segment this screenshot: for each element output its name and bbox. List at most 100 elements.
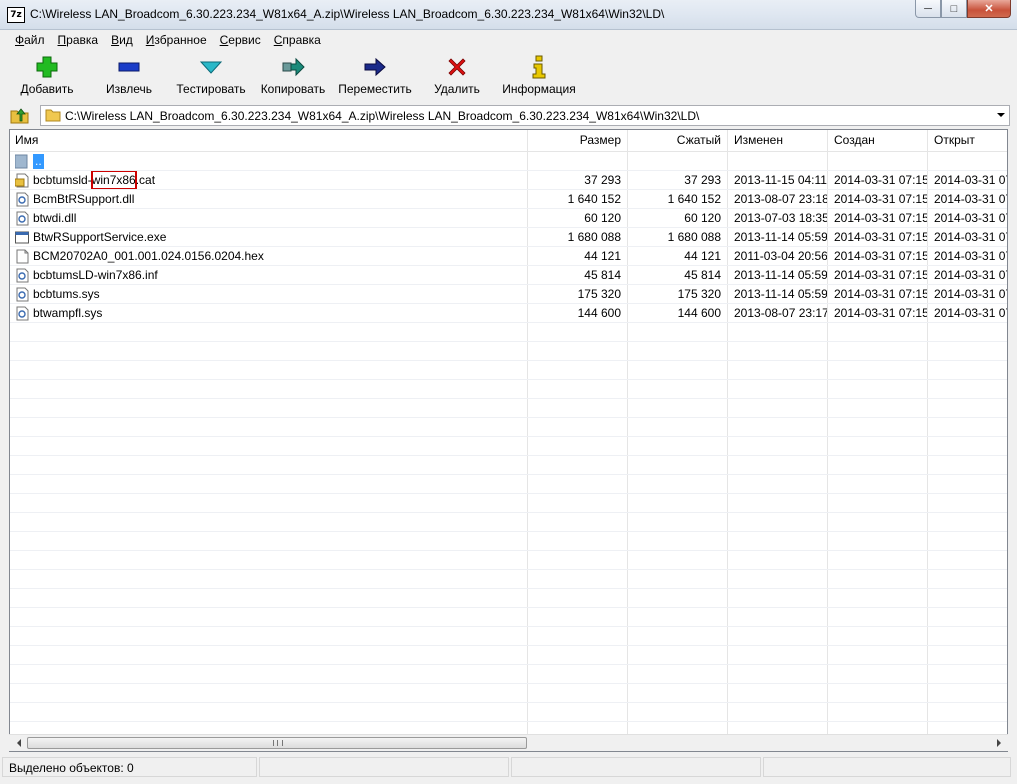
title-bar[interactable]: 7z C:\Wireless LAN_Broadcom_6.30.223.234…	[0, 0, 1017, 30]
extract-button[interactable]: Извлечь	[88, 50, 170, 100]
table-row[interactable]: btwdi.dll 60 120 60 120 2013-07-03 18:35…	[10, 209, 1007, 228]
move-arrow-icon	[363, 55, 387, 79]
dropdown-arrow-icon[interactable]	[997, 113, 1005, 117]
status-selected-count: Выделено объектов: 0	[2, 757, 257, 777]
move-button[interactable]: Переместить	[334, 50, 416, 100]
column-header-size[interactable]: Размер	[528, 130, 628, 151]
table-row[interactable]: bcbtumsld-win7x86 .cat 37 293 37 293 2013…	[10, 171, 1007, 190]
minimize-button[interactable]: ─	[915, 0, 941, 18]
table-row[interactable]: btwampfl.sys 144 600 144 600 2013-08-07 …	[10, 304, 1007, 323]
copy-button[interactable]: Копировать	[252, 50, 334, 100]
empty-row	[10, 665, 1007, 684]
cell-modified	[728, 152, 828, 170]
menu-view-label: ид	[119, 33, 133, 47]
empty-row	[10, 361, 1007, 380]
cell-name: BCM20702A0_001.001.024.0156.0204.hex	[10, 247, 528, 265]
cell-name: bcbtumsLD-win7x86.inf	[10, 266, 528, 284]
column-header-accessed[interactable]: Открыт	[928, 130, 1007, 151]
scroll-left-button[interactable]	[10, 735, 27, 751]
cell-created: 2014-03-31 07:15	[828, 171, 928, 189]
empty-row	[10, 342, 1007, 361]
catalog-file-icon	[15, 173, 29, 187]
menu-edit[interactable]: Правка	[52, 30, 106, 49]
address-path[interactable]: C:\Wireless LAN_Broadcom_6.30.223.234_W8…	[65, 109, 699, 123]
address-combobox[interactable]: C:\Wireless LAN_Broadcom_6.30.223.234_W8…	[40, 105, 1010, 126]
column-header-modified[interactable]: Изменен	[728, 130, 828, 151]
close-button[interactable]: ✕	[967, 0, 1011, 18]
cell-packed: 44 121	[628, 247, 728, 265]
file-name: bcbtumsLD-win7x86.inf	[33, 268, 158, 282]
menu-edit-label: равка	[66, 33, 99, 47]
horizontal-scrollbar[interactable]	[9, 734, 1008, 751]
app-icon[interactable]: 7z	[7, 7, 25, 23]
info-icon	[527, 55, 551, 79]
file-name: btwdi.dll	[33, 211, 77, 225]
dll-file-icon	[16, 211, 29, 225]
cell-name: bcbtumsld-win7x86 .cat	[10, 171, 528, 189]
cell-created: 2014-03-31 07:15	[828, 266, 928, 284]
table-row[interactable]: bcbtumsLD-win7x86.inf 45 814 45 814 2013…	[10, 266, 1007, 285]
menu-file[interactable]: Файл	[9, 30, 52, 49]
menu-view[interactable]: Вид	[105, 30, 140, 49]
file-list[interactable]: Имя Размер Сжатый Изменен Создан Открыт …	[9, 129, 1008, 752]
empty-row	[10, 627, 1007, 646]
scroll-thumb[interactable]	[27, 737, 527, 749]
cell-created: 2014-03-31 07:15	[828, 209, 928, 227]
scroll-right-button[interactable]	[990, 735, 1007, 751]
status-panel-2	[259, 757, 509, 777]
empty-row	[10, 570, 1007, 589]
table-row[interactable]: BtwRSupportService.exe 1 680 088 1 680 0…	[10, 228, 1007, 247]
cell-created	[828, 152, 928, 170]
scroll-grip-icon	[273, 740, 283, 746]
folder-icon	[45, 109, 61, 122]
empty-row	[10, 684, 1007, 703]
table-row[interactable]: BcmBtRSupport.dll 1 640 152 1 640 152 20…	[10, 190, 1007, 209]
cell-size: 175 320	[528, 285, 628, 303]
cell-accessed: 2014-03-31 07	[928, 266, 1007, 284]
table-row-updir[interactable]: ..	[10, 152, 1007, 171]
menu-file-label: айл	[24, 33, 45, 47]
cell-name: btwdi.dll	[10, 209, 528, 227]
check-icon	[199, 55, 223, 79]
menu-help[interactable]: Справка	[268, 30, 328, 49]
empty-row	[10, 475, 1007, 494]
menu-tools[interactable]: Сервис	[214, 30, 268, 49]
add-button[interactable]: Добавить	[6, 50, 88, 100]
column-header-packed[interactable]: Сжатый	[628, 130, 728, 151]
updir-label: ..	[33, 153, 44, 169]
delete-x-icon	[445, 55, 469, 79]
empty-row	[10, 532, 1007, 551]
empty-row	[10, 494, 1007, 513]
table-row[interactable]: BCM20702A0_001.001.024.0156.0204.hex 44 …	[10, 247, 1007, 266]
cell-accessed: 2014-03-31 07	[928, 209, 1007, 227]
menu-tools-accel: С	[219, 33, 229, 47]
empty-row	[10, 399, 1007, 418]
cell-name: bcbtums.sys	[10, 285, 528, 303]
column-header-name[interactable]: Имя	[10, 130, 528, 151]
cell-modified: 2011-03-04 20:56	[728, 247, 828, 265]
menu-help-label: правка	[282, 33, 321, 47]
highlighted-name-part: win7x86	[90, 171, 137, 189]
plus-icon	[35, 55, 59, 79]
cell-name: BtwRSupportService.exe	[10, 228, 528, 246]
empty-row	[10, 323, 1007, 342]
column-header-created[interactable]: Создан	[828, 130, 928, 151]
cell-modified: 2013-11-15 04:11	[728, 171, 828, 189]
empty-row	[10, 418, 1007, 437]
maximize-button[interactable]: □	[941, 0, 967, 18]
cell-packed: 37 293	[628, 171, 728, 189]
cell-created: 2014-03-31 07:15	[828, 285, 928, 303]
table-row[interactable]: bcbtums.sys 175 320 175 320 2013-11-14 0…	[10, 285, 1007, 304]
status-panel-4	[763, 757, 1011, 777]
cell-name: BcmBtRSupport.dll	[10, 190, 528, 208]
minimize-icon: ─	[924, 2, 932, 15]
window-title: C:\Wireless LAN_Broadcom_6.30.223.234_W8…	[30, 7, 665, 21]
cell-accessed: 2014-03-31 07	[928, 304, 1007, 322]
parent-folder-icon	[15, 154, 28, 168]
up-folder-button[interactable]	[10, 106, 30, 124]
delete-button[interactable]: Удалить	[416, 50, 498, 100]
test-button-label: Тестировать	[176, 82, 246, 96]
menu-favorites[interactable]: Избранное	[140, 30, 214, 49]
test-button[interactable]: Тестировать	[170, 50, 252, 100]
info-button[interactable]: Информация	[498, 50, 580, 100]
